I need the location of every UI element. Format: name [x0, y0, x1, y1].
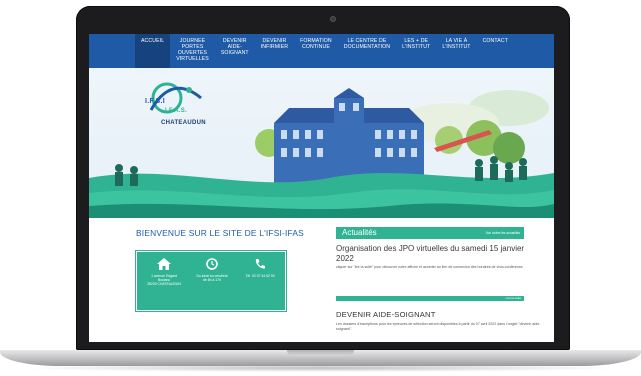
article-title[interactable]: Organisation des JPO virtuelles du samed…: [336, 244, 536, 263]
nav-item-label: ACCUEIL: [141, 38, 165, 44]
nav-item-label: CONTINUE: [302, 44, 330, 50]
clock-icon: [206, 258, 218, 270]
news-title: Actualités: [342, 228, 377, 237]
contact-infobox: 1 avenue Edgard Boulanc 28200 CHATEAUDUN D…: [136, 251, 286, 311]
nav-item-label: VIRTUELLES: [176, 56, 209, 62]
hours-block: Du lundi au vendredi de 8h à 17h: [187, 258, 237, 282]
nav-item-label: L'INSTITUT: [442, 44, 471, 50]
phone-text: Tél. 02 37 44 62 93: [235, 274, 285, 278]
article-2-body: Les dossiers d'inscriptions pour les épr…: [336, 322, 541, 331]
nav-item-label: L'INSTITUT: [402, 44, 431, 50]
read-more-bar: Lire la suite: [336, 296, 524, 301]
logo-city: CHATEAUDUN: [161, 120, 206, 126]
laptop-notch: [287, 350, 354, 356]
nav-item-formation-continue[interactable]: FORMATION CONTINUE: [294, 34, 338, 68]
phone-icon: [255, 259, 265, 269]
nav-item-label: CONTACT: [482, 38, 508, 44]
website-screen: ACCUEIL JOURNEE PORTES OUVERTES VIRTUELLES DE…: [89, 34, 554, 342]
article-2-title[interactable]: DEVENIR AIDE-SOIGNANT: [336, 310, 436, 319]
nav-item-la-vie-l-institut[interactable]: LA VIE À L'INSTITUT: [436, 34, 476, 68]
nav-item-label: DOCUMENTATION: [343, 44, 391, 50]
hours-text: Du lundi au vendredi de 8h à 17h: [187, 274, 237, 282]
phone-block: Tél. 02 37 44 62 93: [235, 258, 285, 278]
info-line: Tél. 02 37 44 62 93: [245, 274, 275, 278]
address-block: 1 avenue Edgard Boulanc 28200 CHATEAUDUN: [139, 258, 189, 287]
nav-item-le-centre-de-documentation[interactable]: LE CENTRE DE DOCUMENTATION: [338, 34, 396, 68]
laptop-mockup: ACCUEIL JOURNEE PORTES OUVERTES VIRTUELLES DE…: [0, 0, 641, 376]
news-header: Actualités Voir toutes les actualités: [336, 227, 524, 239]
nav-item-devenir-infirmier[interactable]: DEVENIR INFIRMIER: [255, 34, 294, 68]
address-text: 1 avenue Edgard Boulanc 28200 CHATEAUDUN: [139, 274, 189, 287]
article-body: cliquer sur "lire la suite" pour découvr…: [336, 265, 524, 269]
nav-item-les-de-l-institut[interactable]: LES + DE L'INSTITUT: [396, 34, 436, 68]
hero-banner: I.F.S.I I.F.A.S. CHATEAUDUN: [89, 68, 554, 218]
nav-item-journee-portes-ouvertes-virtuelles[interactable]: JOURNEE PORTES OUVERTES VIRTUELLES: [170, 34, 215, 68]
nav-item-label: SOIGNANT: [220, 50, 249, 56]
nav-item-accueil[interactable]: ACCUEIL: [135, 34, 171, 68]
see-all-news-link[interactable]: Voir toutes les actualités: [486, 231, 520, 235]
info-line: de 8h à 17h: [203, 278, 221, 283]
read-more-link[interactable]: Lire la suite: [506, 296, 521, 301]
nav-item-contact[interactable]: CONTACT: [477, 34, 514, 68]
hero-illustration: [89, 82, 554, 218]
logo-ifsi: I.F.S.I: [145, 98, 165, 105]
nav-item-label: INFIRMIER: [260, 44, 289, 50]
nav-item-devenir-aide-soignant[interactable]: DEVENIR AIDE- SOIGNANT: [215, 34, 255, 68]
info-line: 28200 CHATEAUDUN: [147, 282, 181, 287]
home-icon: [157, 258, 171, 270]
camera-icon: [330, 16, 336, 22]
logo-ifas: I.F.A.S.: [165, 108, 188, 114]
main-nav: ACCUEIL JOURNEE PORTES OUVERTES VIRTUELLES DE…: [89, 34, 554, 68]
welcome-heading: BIENVENUE SUR LE SITE DE L'IFSI-IFAS: [136, 228, 304, 238]
